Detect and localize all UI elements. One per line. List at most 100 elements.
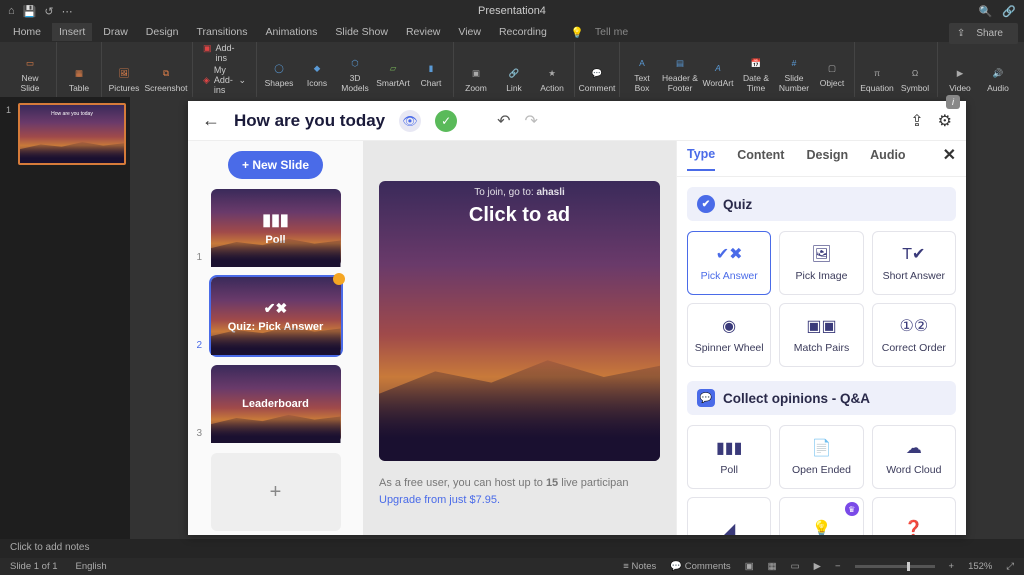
tab-design[interactable]: Design [139,23,186,41]
new-slide-button[interactable]: ▭New Slide [8,53,52,95]
card-extra-1[interactable]: ◢ [687,497,771,535]
add-slide-button[interactable]: + [211,453,341,531]
main-area: 1 How are you today i ← How are you toda… [0,97,1024,539]
type-panel: Type Content Design Audio ✕ ✔Quiz ✔✖Pick… [676,141,966,535]
undo-addin-icon[interactable]: ↶ [497,111,510,131]
chat-icon: 💬 [697,389,715,407]
card-pick-answer[interactable]: ✔✖Pick Answer [687,231,771,295]
warning-icon [333,273,345,285]
icons-button[interactable]: ◆Icons [299,53,335,95]
menu-tabs: Home Insert Draw Design Transitions Anim… [0,22,1024,42]
redo-addin-icon[interactable]: ↷ [525,111,538,131]
smartart-button[interactable]: ▱SmartArt [375,53,411,95]
addin-slide-list: + New Slide ▮▮▮ Poll 1 ✔✖ Quiz: Pick Ans… [188,141,363,535]
panel-tab-design[interactable]: Design [806,148,848,170]
table-button[interactable]: ▦Table [61,63,97,95]
addin-slide-1[interactable]: ▮▮▮ Poll 1 [211,189,341,267]
upgrade-link[interactable]: Upgrade from just $7.95. [379,494,500,506]
pictures-button[interactable]: 🖼Pictures [106,63,142,95]
slide-number-button[interactable]: #Slide Number [776,53,812,95]
panel-tab-audio[interactable]: Audio [870,148,905,170]
status-bar: Slide 1 of 1 English ≡ Notes 💬 Comments … [0,558,1024,575]
undo-icon[interactable]: ↺ [44,5,53,18]
card-correct-order[interactable]: ①②Correct Order [872,303,956,367]
home-icon[interactable]: ⌂ [8,5,15,18]
card-poll[interactable]: ▮▮▮Poll [687,425,771,489]
card-short-answer[interactable]: T✔Short Answer [872,231,956,295]
link-icon[interactable]: 🔗 [1002,5,1016,18]
tab-view[interactable]: View [451,23,488,41]
tab-home[interactable]: Home [6,23,48,41]
slide-thumbnail-1[interactable]: How are you today [18,103,126,165]
document-title: Presentation4 [478,5,546,17]
close-icon[interactable]: ✕ [943,145,956,173]
addin-slide-3[interactable]: Leaderboard 3 [211,365,341,443]
panel-tab-content[interactable]: Content [737,148,784,170]
tab-transitions[interactable]: Transitions [189,23,254,41]
notes-toggle[interactable]: ≡ Notes [623,561,656,572]
share-button[interactable]: ⇪ Share [949,23,1018,44]
card-extra-2[interactable]: ♛💡 [779,497,863,535]
search-icon[interactable]: 🔍 [979,5,993,18]
zoom-level[interactable]: 152% [968,561,992,572]
new-slide-addin-button[interactable]: + New Slide [228,151,323,179]
zoom-slider[interactable] [855,565,935,568]
3d-models-button[interactable]: ⬡3D Models [337,53,373,95]
zoom-button[interactable]: ▣Zoom [458,63,494,95]
language-indicator[interactable]: English [76,561,107,572]
addin-slide-label: Leaderboard [242,398,309,410]
view-slideshow-icon[interactable]: ▶ [814,561,821,572]
card-spinner-wheel[interactable]: ◉Spinner Wheel [687,303,771,367]
preview-icon[interactable]: 👁 [399,110,421,132]
tab-draw[interactable]: Draw [96,23,135,41]
notes-pane[interactable]: Click to add notes [0,539,1024,558]
wordart-button[interactable]: AWordArt [700,53,736,95]
panel-tab-type[interactable]: Type [687,147,715,171]
slide-headline[interactable]: Click to ad [469,204,570,227]
card-open-ended[interactable]: 📄Open Ended [779,425,863,489]
view-sorter-icon[interactable]: ▦ [768,561,777,572]
audio-button[interactable]: 🔊Audio [980,63,1016,95]
view-normal-icon[interactable]: ▣ [745,561,754,572]
object-button[interactable]: ▢Object [814,53,850,95]
gear-icon[interactable]: ⚙ [938,111,952,131]
tab-animations[interactable]: Animations [258,23,324,41]
link-button[interactable]: 🔗Link [496,63,532,95]
zoom-out-icon[interactable]: − [835,561,841,572]
textbox-button[interactable]: AText Box [624,53,660,95]
more-icon[interactable]: ⋯ [62,5,73,18]
fit-icon[interactable]: ⤢ [1006,561,1014,572]
card-word-cloud[interactable]: ☁Word Cloud [872,425,956,489]
shapes-button[interactable]: ◯Shapes [261,53,297,95]
video-button[interactable]: ▶Video [942,63,978,95]
tab-review[interactable]: Review [399,23,447,41]
thumbnail-panel: 1 How are you today [0,97,130,539]
panel-tabs: Type Content Design Audio ✕ [677,141,966,177]
check-icon[interactable]: ✓ [435,110,457,132]
chart-button[interactable]: ▮Chart [413,53,449,95]
save-icon[interactable]: 💾 [23,5,37,18]
equation-button[interactable]: πEquation [859,63,895,95]
comments-toggle[interactable]: 💬 Comments [670,561,730,572]
preview-slide[interactable]: To join, go to: ahasli Click to ad [379,181,660,461]
back-icon[interactable]: ← [202,110,220,131]
tab-slideshow[interactable]: Slide Show [328,23,395,41]
export-icon[interactable]: ⇪ [910,111,923,131]
date-time-button[interactable]: 📅Date & Time [738,53,774,95]
action-button[interactable]: ★Action [534,63,570,95]
card-pick-image[interactable]: 🖼Pick Image [779,231,863,295]
tab-recording[interactable]: Recording [492,23,554,41]
tab-insert[interactable]: Insert [52,23,92,41]
my-addins-button[interactable]: ◈My Add-ins ⌄ [203,65,246,95]
card-match-pairs[interactable]: ▣▣Match Pairs [779,303,863,367]
addin-slide-2[interactable]: ✔✖ Quiz: Pick Answer 2 [211,277,341,355]
zoom-in-icon[interactable]: + [949,561,955,572]
card-extra-3[interactable]: ❓ [872,497,956,535]
screenshot-button[interactable]: ⧉Screenshot [144,63,188,95]
symbol-button[interactable]: ΩSymbol [897,63,933,95]
comment-button[interactable]: 💬Comment [579,63,615,95]
tell-me[interactable]: 💡 Tell me [564,20,642,44]
header-footer-button[interactable]: ▤Header & Footer [662,53,698,95]
view-reading-icon[interactable]: ▭ [791,561,800,572]
slide-editor: i ← How are you today 👁 ✓ ↶ ↷ ⇪ ⚙ + New … [130,97,1024,539]
